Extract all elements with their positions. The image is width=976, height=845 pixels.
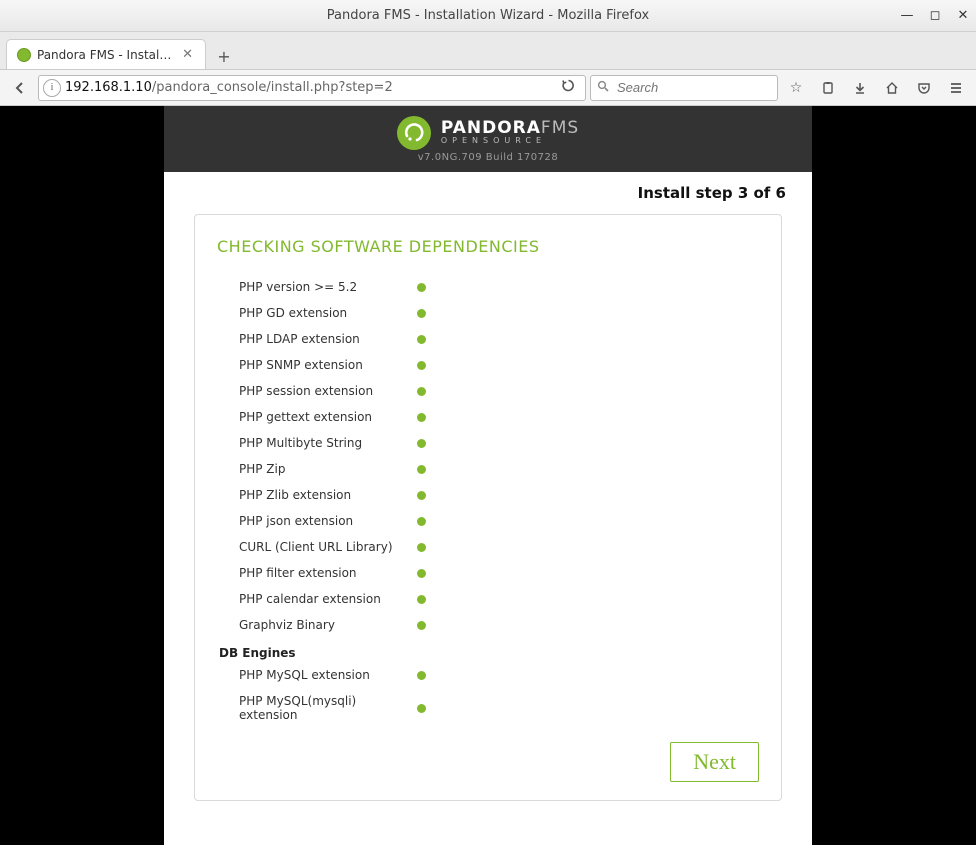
- home-button[interactable]: [878, 75, 906, 101]
- dependency-label: Graphviz Binary: [217, 618, 417, 632]
- dependency-label: PHP calendar extension: [217, 592, 417, 606]
- brand-logo-icon: [397, 116, 431, 150]
- status-ok-icon: [417, 387, 426, 396]
- dependency-label: PHP version >= 5.2: [217, 280, 417, 294]
- dependency-label: PHP MySQL(mysqli) extension: [217, 694, 417, 722]
- dependency-label: PHP gettext extension: [217, 410, 417, 424]
- home-icon: [885, 81, 899, 95]
- db-engines-heading: DB Engines: [217, 638, 759, 662]
- dependency-row: CURL (Client URL Library): [217, 534, 759, 560]
- dependency-row: PHP LDAP extension: [217, 326, 759, 352]
- dependency-row: PHP session extension: [217, 378, 759, 404]
- status-ok-icon: [417, 335, 426, 344]
- reload-icon: [562, 79, 575, 92]
- menu-button[interactable]: [942, 75, 970, 101]
- dependency-row: PHP GD extension: [217, 300, 759, 326]
- dependency-label: CURL (Client URL Library): [217, 540, 417, 554]
- dependency-row: PHP MySQL(mysqli) extension: [217, 688, 759, 728]
- url-bar[interactable]: i 192.168.1.10/pandora_console/install.p…: [38, 75, 586, 101]
- downloads-button[interactable]: [846, 75, 874, 101]
- window-title: Pandora FMS - Installation Wizard - Mozi…: [327, 8, 649, 23]
- status-ok-icon: [417, 704, 426, 713]
- status-ok-icon: [417, 595, 426, 604]
- url-host: 192.168.1.10: [65, 80, 152, 95]
- pocket-icon: [917, 81, 931, 95]
- window-titlebar: Pandora FMS - Installation Wizard - Mozi…: [0, 0, 976, 32]
- tab-strip: Pandora FMS - Install... ✕ +: [0, 32, 976, 70]
- search-bar[interactable]: [590, 75, 778, 101]
- brand-version: v7.0NG.709 Build 170728: [418, 152, 558, 163]
- arrow-left-icon: [13, 81, 27, 95]
- window-maximize-button[interactable]: ◻: [928, 8, 942, 23]
- dependency-row: Graphviz Binary: [217, 612, 759, 638]
- dependency-label: PHP SNMP extension: [217, 358, 417, 372]
- status-ok-icon: [417, 543, 426, 552]
- back-button[interactable]: [6, 75, 34, 101]
- browser-tab[interactable]: Pandora FMS - Install... ✕: [6, 39, 206, 69]
- dependency-label: PHP json extension: [217, 514, 417, 528]
- status-ok-icon: [417, 491, 426, 500]
- status-ok-icon: [417, 671, 426, 680]
- db-dependency-list: PHP MySQL extension PHP MySQL(mysqli) ext…: [217, 662, 759, 728]
- brand-header: PANDORAFMS OPENSOURCE v7.0NG.709 Build 1…: [164, 106, 812, 172]
- reload-button[interactable]: [556, 79, 581, 96]
- dependency-row: PHP version >= 5.2: [217, 274, 759, 300]
- dependency-label: PHP session extension: [217, 384, 417, 398]
- url-text: 192.168.1.10/pandora_console/install.php…: [65, 80, 552, 95]
- bookmark-star-button[interactable]: ☆: [782, 75, 810, 101]
- brand-name-sub: FMS: [541, 118, 579, 138]
- status-ok-icon: [417, 413, 426, 422]
- dependency-row: PHP MySQL extension: [217, 662, 759, 688]
- dependency-row: PHP Multibyte String: [217, 430, 759, 456]
- dependency-row: PHP calendar extension: [217, 586, 759, 612]
- dependency-row: PHP SNMP extension: [217, 352, 759, 378]
- dependency-row: PHP Zlib extension: [217, 482, 759, 508]
- status-ok-icon: [417, 439, 426, 448]
- brand-text: PANDORAFMS OPENSOURCE: [441, 120, 579, 145]
- dependency-row: PHP gettext extension: [217, 404, 759, 430]
- page-viewport: PANDORAFMS OPENSOURCE v7.0NG.709 Build 1…: [0, 106, 976, 845]
- install-step-indicator: Install step 3 of 6: [164, 172, 812, 208]
- status-ok-icon: [417, 569, 426, 578]
- dependency-row: PHP json extension: [217, 508, 759, 534]
- tab-title: Pandora FMS - Install...: [37, 48, 174, 62]
- brand-tagline: OPENSOURCE: [441, 137, 579, 145]
- brand-name-main: PANDORA: [441, 118, 541, 138]
- pocket-button[interactable]: [910, 75, 938, 101]
- next-button[interactable]: Next: [670, 742, 759, 782]
- status-ok-icon: [417, 621, 426, 630]
- dependency-list: PHP version >= 5.2 PHP GD extension PHP LD…: [217, 274, 759, 638]
- status-ok-icon: [417, 465, 426, 474]
- dependency-label: PHP GD extension: [217, 306, 417, 320]
- url-path: /pandora_console/install.php?step=2: [152, 80, 393, 95]
- search-icon: [597, 80, 609, 96]
- download-icon: [853, 81, 867, 95]
- info-icon[interactable]: i: [43, 79, 61, 97]
- dependency-row: PHP Zip: [217, 456, 759, 482]
- window-close-button[interactable]: ✕: [956, 8, 970, 23]
- clipboard-icon: [821, 81, 835, 95]
- panel-heading: CHECKING SOFTWARE DEPENDENCIES: [217, 237, 759, 256]
- favicon-icon: [17, 48, 31, 62]
- status-ok-icon: [417, 361, 426, 370]
- tab-close-button[interactable]: ✕: [180, 47, 195, 62]
- dependency-label: PHP Zip: [217, 462, 417, 476]
- dependency-row: PHP filter extension: [217, 560, 759, 586]
- installer-wrapper: PANDORAFMS OPENSOURCE v7.0NG.709 Build 1…: [164, 106, 812, 845]
- dependency-label: PHP filter extension: [217, 566, 417, 580]
- library-button[interactable]: [814, 75, 842, 101]
- dependency-label: PHP LDAP extension: [217, 332, 417, 346]
- status-ok-icon: [417, 283, 426, 292]
- new-tab-button[interactable]: +: [210, 43, 238, 69]
- window-minimize-button[interactable]: —: [900, 8, 914, 23]
- search-input[interactable]: [615, 79, 797, 96]
- dependency-label: PHP Zlib extension: [217, 488, 417, 502]
- dependencies-panel: CHECKING SOFTWARE DEPENDENCIES PHP versi…: [194, 214, 782, 801]
- hamburger-icon: [949, 81, 963, 95]
- dependency-label: PHP Multibyte String: [217, 436, 417, 450]
- dependency-label: PHP MySQL extension: [217, 668, 417, 682]
- status-ok-icon: [417, 309, 426, 318]
- nav-toolbar: i 192.168.1.10/pandora_console/install.p…: [0, 70, 976, 106]
- status-ok-icon: [417, 517, 426, 526]
